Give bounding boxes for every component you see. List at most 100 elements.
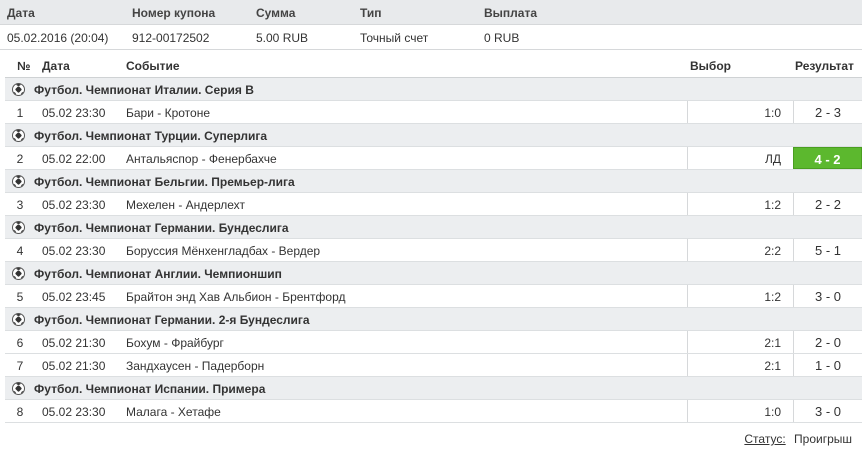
match-event: Боруссия Мёнхенгладбах - Вердер xyxy=(126,244,321,258)
match-result: 2 - 0 xyxy=(814,335,841,350)
soccer-ball-icon xyxy=(12,267,25,280)
events-col-date: Дата xyxy=(42,59,70,73)
match-event: Зандхаусен - Падерборн xyxy=(126,359,265,373)
status-label: Статус: xyxy=(744,432,786,446)
coupon-col-payout: Выплата xyxy=(484,6,538,20)
events-body: Футбол. Чемпионат Италии. Серия В 1 05.02 … xyxy=(5,78,862,423)
match-event: Брайтон энд Хав Альбион - Брентфорд xyxy=(126,290,346,304)
event-group-row: Футбол. Чемпионат Испании. Примера xyxy=(5,377,862,400)
match-result: 3 - 0 xyxy=(814,404,841,419)
match-choice: 1:0 xyxy=(764,106,781,120)
status-value: Проигрыш xyxy=(794,432,852,446)
coupon-sum: 5.00 RUB xyxy=(256,31,309,45)
event-group-row: Футбол. Чемпионат Германии. Бундеслига xyxy=(5,216,862,239)
match-choice-cell: 2:1 xyxy=(687,354,793,376)
events-col-result: Результат xyxy=(795,59,854,73)
match-number: 7 xyxy=(16,359,24,373)
events-col-event: Событие xyxy=(126,59,180,73)
event-group-title: Футбол. Чемпионат Турции. Суперлига xyxy=(34,129,268,143)
coupon-header-row: Дата Номер купона Сумма Тип Выплата xyxy=(0,0,862,25)
match-row: 8 05.02 23:30 Малага - Хетафе 1:0 3 - 0 xyxy=(5,400,862,423)
match-date: 05.02 23:30 xyxy=(42,405,106,419)
coupon-type: Точный счет xyxy=(360,31,429,45)
match-date: 05.02 21:30 xyxy=(42,336,106,350)
soccer-ball-icon xyxy=(12,382,25,395)
match-date: 05.02 23:30 xyxy=(42,198,106,212)
event-group-title: Футбол. Чемпионат Бельгии. Премьер-лига xyxy=(34,175,295,189)
event-group-title: Футбол. Чемпионат Англии. Чемпионшип xyxy=(34,267,282,281)
match-row: 3 05.02 23:30 Мехелен - Андерлехт 1:2 2 - 2 xyxy=(5,193,862,216)
match-choice: ЛД xyxy=(764,152,781,166)
match-choice: 1:2 xyxy=(764,198,781,212)
match-date: 05.02 22:00 xyxy=(42,152,106,166)
event-group-title: Футбол. Чемпионат Испании. Примера xyxy=(34,382,266,396)
match-result: 2 - 2 xyxy=(814,197,841,212)
soccer-ball-icon xyxy=(12,221,25,234)
match-event: Мехелен - Андерлехт xyxy=(126,198,245,212)
match-number: 8 xyxy=(16,405,24,419)
match-event: Малага - Хетафе xyxy=(126,405,221,419)
event-group-row: Футбол. Чемпионат Германии. 2-я Бундесли… xyxy=(5,308,862,331)
match-choice-cell: 1:0 xyxy=(687,400,793,422)
match-event: Антальяспор - Фенербахче xyxy=(126,152,277,166)
soccer-ball-icon xyxy=(12,313,25,326)
event-group-title: Футбол. Чемпионат Италии. Серия В xyxy=(34,83,254,97)
match-choice: 2:1 xyxy=(764,336,781,350)
match-result: 3 - 0 xyxy=(814,289,841,304)
match-event: Бохум - Фрайбург xyxy=(126,336,224,350)
match-choice: 1:2 xyxy=(764,290,781,304)
event-group-row: Футбол. Чемпионат Италии. Серия В xyxy=(5,78,862,101)
match-row: 1 05.02 23:30 Бари - Кротоне 1:0 2 - 3 xyxy=(5,101,862,124)
match-date: 05.02 23:45 xyxy=(42,290,106,304)
event-group-row: Футбол. Чемпионат Англии. Чемпионшип xyxy=(5,262,862,285)
coupon-col-number: Номер купона xyxy=(132,6,216,20)
match-number: 6 xyxy=(16,336,24,350)
match-choice-cell: 2:1 xyxy=(687,331,793,353)
match-number: 1 xyxy=(16,106,24,120)
match-date: 05.02 23:30 xyxy=(42,244,106,258)
match-result: 2 - 3 xyxy=(814,105,841,120)
match-result-cell: 3 - 0 xyxy=(793,285,862,307)
match-row: 2 05.02 22:00 Антальяспор - Фенербахче ЛД 4 … xyxy=(5,147,862,170)
coupon-payout: 0 RUB xyxy=(484,31,520,45)
match-result: 5 - 1 xyxy=(814,243,841,258)
match-result-cell: 4 - 2 xyxy=(793,147,862,169)
match-row: 5 05.02 23:45 Брайтон энд Хав Альбион - Бр… xyxy=(5,285,862,308)
match-number: 3 xyxy=(16,198,24,212)
coupon-col-sum: Сумма xyxy=(256,6,296,20)
match-choice-cell: 1:2 xyxy=(687,193,793,215)
match-number: 2 xyxy=(16,152,24,166)
match-choice-cell: 2:2 xyxy=(687,239,793,261)
match-date: 05.02 21:30 xyxy=(42,359,106,373)
coupon-col-date: Дата xyxy=(7,6,35,20)
match-date: 05.02 23:30 xyxy=(42,106,106,120)
events-table: № Дата Событие Выбор Результат Футбол. Ч… xyxy=(5,53,862,423)
events-header-row: № Дата Событие Выбор Результат xyxy=(5,53,862,78)
coupon-col-type: Тип xyxy=(360,6,382,20)
match-row: 7 05.02 21:30 Зандхаусен - Падерборн 2:1 1 -… xyxy=(5,354,862,377)
match-row: 4 05.02 23:30 Боруссия Мёнхенгладбах - Вер… xyxy=(5,239,862,262)
match-choice-cell: 1:2 xyxy=(687,285,793,307)
event-group-row: Футбол. Чемпионат Бельгии. Премьер-лига xyxy=(5,170,862,193)
match-number: 4 xyxy=(16,244,24,258)
match-result-cell: 2 - 0 xyxy=(793,331,862,353)
match-choice-cell: ЛД xyxy=(687,147,793,169)
match-choice-cell: 1:0 xyxy=(687,101,793,123)
soccer-ball-icon xyxy=(12,83,25,96)
match-result-cell: 3 - 0 xyxy=(793,400,862,422)
coupon-values-row: 05.02.2016 (20:04) 912-00172502 5.00 RUB… xyxy=(0,25,862,50)
match-row: 6 05.02 21:30 Бохум - Фрайбург 2:1 2 - 0 xyxy=(5,331,862,354)
match-result-cell: 2 - 2 xyxy=(793,193,862,215)
match-result-cell: 1 - 0 xyxy=(793,354,862,376)
match-result: 1 - 0 xyxy=(814,358,841,373)
events-col-choice: Выбор xyxy=(690,59,731,73)
match-result-cell: 5 - 1 xyxy=(793,239,862,261)
match-choice: 2:1 xyxy=(764,359,781,373)
match-event: Бари - Кротоне xyxy=(126,106,210,120)
coupon-number: 912-00172502 xyxy=(132,31,210,45)
match-number: 5 xyxy=(16,290,24,304)
match-choice: 2:2 xyxy=(764,244,781,258)
soccer-ball-icon xyxy=(12,175,25,188)
event-group-title: Футбол. Чемпионат Германии. Бундеслига xyxy=(34,221,289,235)
match-result-cell: 2 - 3 xyxy=(793,101,862,123)
